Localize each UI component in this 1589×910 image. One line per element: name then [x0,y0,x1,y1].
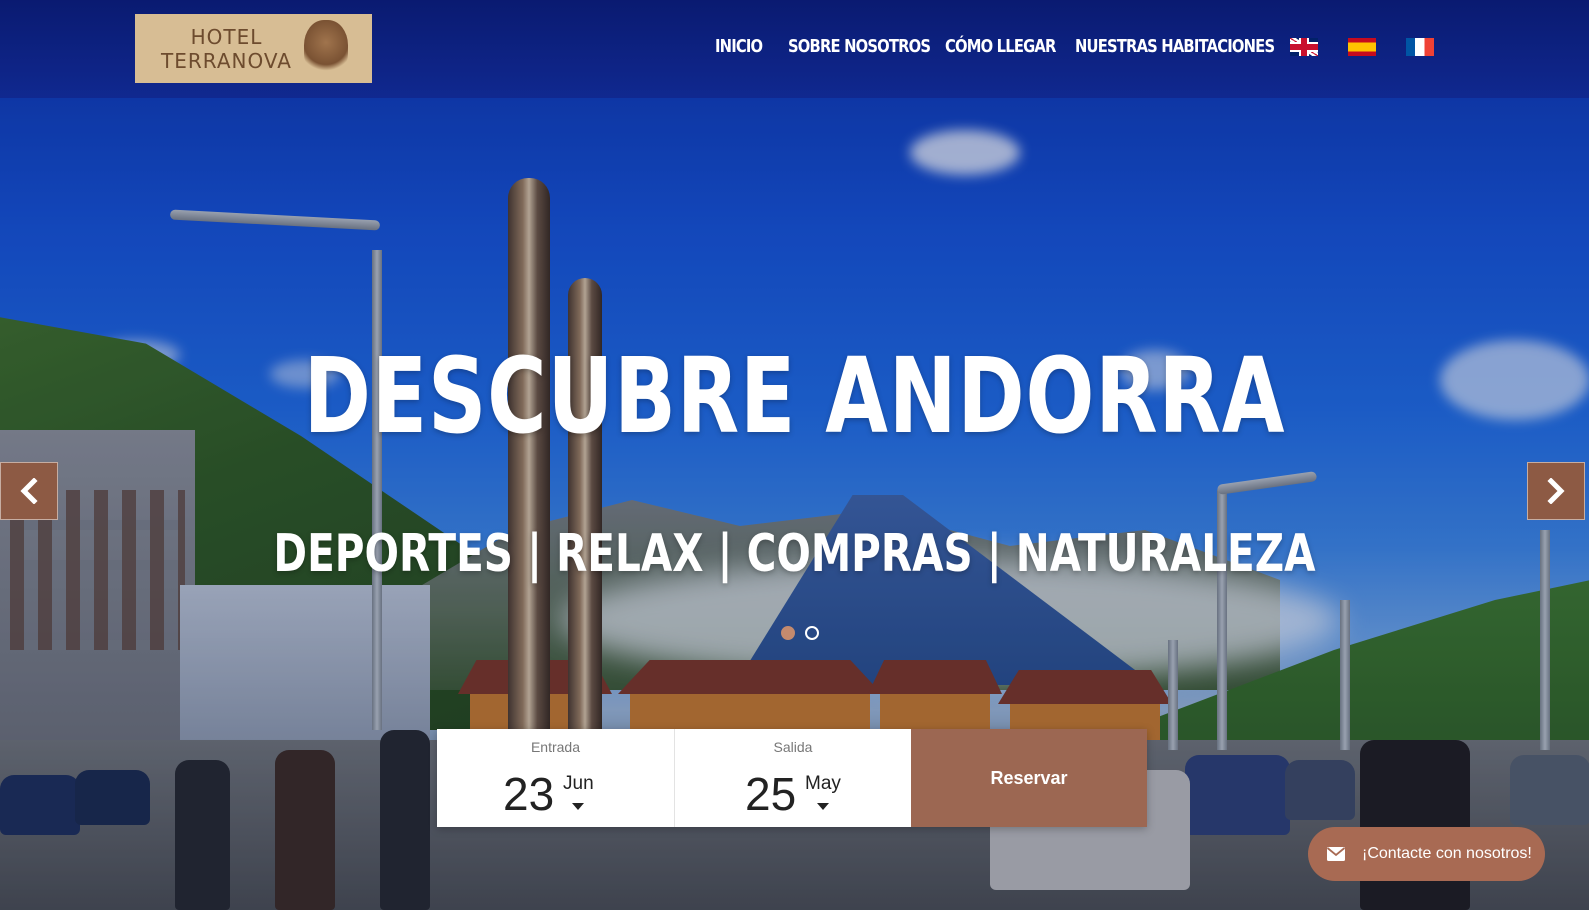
carousel-next-button[interactable] [1527,462,1585,520]
spain-flag-icon[interactable] [1348,38,1376,56]
carousel-dot-2[interactable] [805,626,819,640]
chevron-left-icon [20,478,38,504]
logo-text: HOTEL TERRANOVA [161,24,292,73]
hero-title: DESCUBRE ANDORRA [303,335,1286,457]
nav-item-como-llegar[interactable]: CÓMO LLEGAR [945,36,1056,57]
checkin-label: Entrada [530,739,581,755]
nav-item-sobre-nosotros[interactable]: SOBRE NOSOTROS [788,36,931,57]
hotel-logo[interactable]: HOTEL TERRANOVA [135,14,372,83]
contact-label: ¡Contacte con nosotros! [1362,845,1532,862]
hero-subtitle: DEPORTES | RELAX | COMPRAS | NATURALEZA [273,524,1316,584]
chevron-right-icon [1547,478,1565,504]
uk-flag-icon[interactable] [1290,38,1318,56]
checkin-month: Jun [563,773,594,794]
nav-item-inicio[interactable]: INICIO [715,36,763,57]
checkout-month: May [805,773,841,794]
nav-item-nuestras-habitaciones[interactable]: NUESTRAS HABITACIONES [1075,36,1275,57]
logo-portrait-icon [304,20,348,76]
carousel-dot-1[interactable] [781,626,795,640]
site-header: HOTEL TERRANOVA INICIO SOBRE NOSOTROS CÓ… [0,0,1589,98]
carousel-prev-button[interactable] [0,462,58,520]
checkout-label: Salida [773,739,813,755]
checkin-day: 23 [503,768,555,820]
checkout-date-picker[interactable]: Salida 25 May [674,729,911,827]
checkin-date-picker[interactable]: Entrada 23 Jun [437,729,674,827]
booking-widget: Entrada 23 Jun Salida 25 May Reservar [437,729,1147,827]
checkin-dropdown-caret-icon [572,803,584,810]
checkout-day: 25 [745,768,797,820]
carousel-indicators [781,626,819,640]
reserve-button[interactable]: Reservar [911,729,1147,827]
envelope-icon [1326,847,1346,861]
checkout-dropdown-caret-icon [817,803,829,810]
contact-button[interactable]: ¡Contacte con nosotros! [1308,827,1545,881]
france-flag-icon[interactable] [1406,38,1434,56]
